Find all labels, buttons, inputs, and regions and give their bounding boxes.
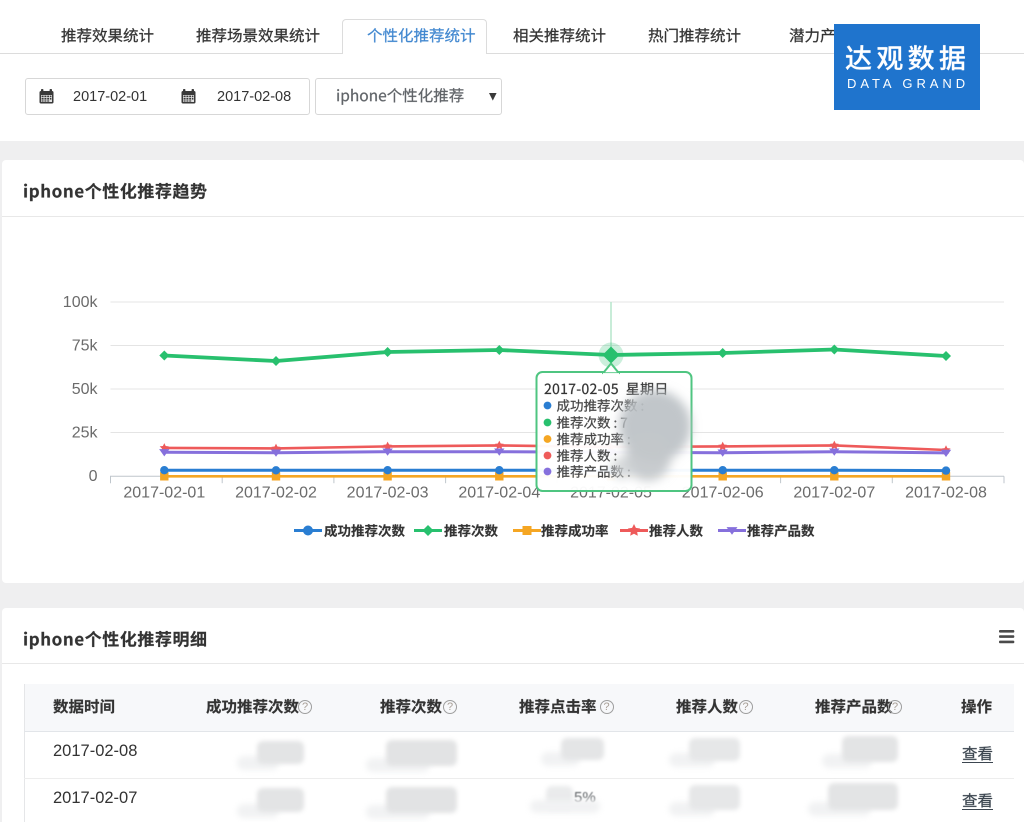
- svg-text:2017-02-07: 2017-02-07: [793, 485, 875, 502]
- svg-text:2017-02-08: 2017-02-08: [905, 485, 987, 502]
- svg-text:100k: 100k: [63, 294, 99, 311]
- svg-text:75k: 75k: [72, 338, 99, 355]
- svg-text:2017-02-06: 2017-02-06: [682, 485, 764, 502]
- svg-text:2017-02-04: 2017-02-04: [458, 485, 540, 502]
- svg-text:50k: 50k: [72, 381, 99, 398]
- svg-text:2017-02-01: 2017-02-01: [123, 485, 205, 502]
- svg-text:2017-02-03: 2017-02-03: [347, 485, 429, 502]
- svg-text:25k: 25k: [72, 425, 99, 442]
- svg-text:0: 0: [89, 468, 98, 485]
- svg-text:2017-02-02: 2017-02-02: [235, 485, 317, 502]
